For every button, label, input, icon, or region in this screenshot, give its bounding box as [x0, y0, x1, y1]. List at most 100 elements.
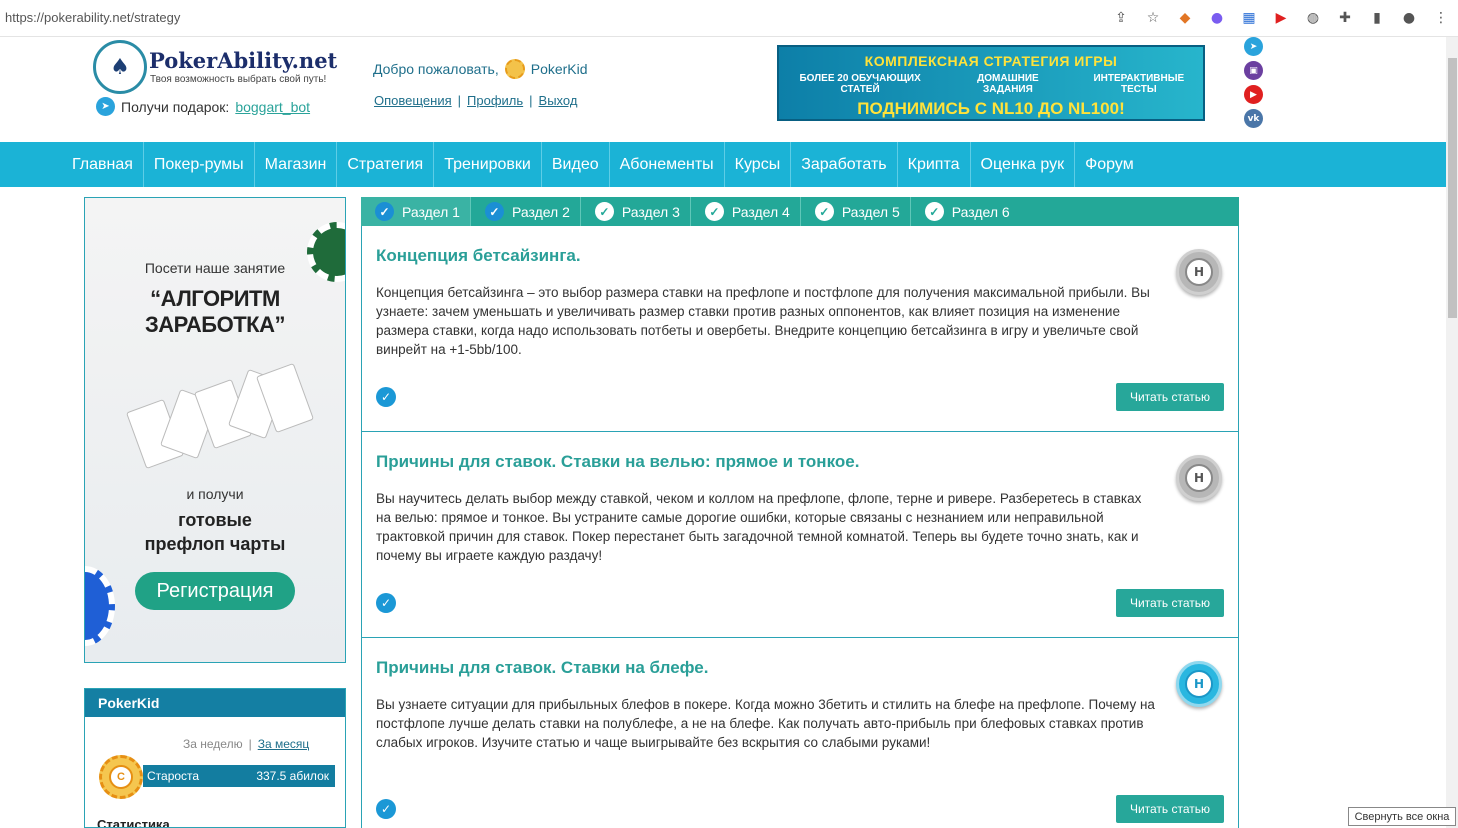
puzzle-icon[interactable]: ✚ — [1334, 7, 1356, 29]
check-icon: ✓ — [375, 202, 394, 221]
lesson-description: Концепция бетсайзинга – это выбор размер… — [376, 285, 1150, 357]
metamask-icon[interactable]: ◆ — [1174, 7, 1196, 29]
read-article-button[interactable]: Читать статью — [1116, 383, 1224, 411]
rating-periods: За неделю | За месяц — [183, 737, 309, 751]
tab-section-1[interactable]: ✓ Раздел 1 — [361, 197, 471, 226]
sidebar-ad[interactable]: Посети наше занятие “АЛГОРИТМ ЗАРАБОТКА”… — [84, 197, 346, 663]
period-week[interactable]: За неделю — [183, 737, 243, 751]
tooltip: Свернуть все окна — [1348, 807, 1456, 826]
scrollbar-thumb[interactable] — [1448, 58, 1457, 318]
card-house-image — [125, 362, 315, 474]
read-article-button[interactable]: Читать статью — [1116, 795, 1224, 823]
gift-bot-link[interactable]: boggart_bot — [235, 99, 310, 115]
check-icon: ✓ — [594, 202, 614, 221]
nav-item-strategy[interactable]: Стратегия — [337, 142, 435, 187]
nav-item-poker-rooms[interactable]: Покер-румы — [144, 142, 255, 187]
nav-item-shop[interactable]: Магазин — [255, 142, 338, 187]
address-bar[interactable]: https://pokerability.net/strategy — [5, 10, 180, 25]
lesson-item: Концепция бетсайзинга. Концепция бетсайз… — [362, 226, 1238, 432]
nav-item-courses[interactable]: Курсы — [725, 142, 792, 187]
read-article-button[interactable]: Читать статью — [1116, 589, 1224, 617]
telegram-icon: ➤ — [96, 97, 115, 116]
browser-toolbar: https://pokerability.net/strategy ⇪ ☆ ◆ … — [0, 0, 1458, 37]
ad-line-4b: префлоп чарты — [144, 534, 286, 554]
banner-slogan: ПОДНИМИСЬ С NL10 ДО NL100! — [857, 99, 1125, 118]
link-separator: | — [248, 737, 252, 751]
lesson-list: Концепция бетсайзинга. Концепция бетсайз… — [361, 226, 1239, 828]
nav-item-earn[interactable]: Заработать — [791, 142, 898, 187]
logo-title: PokerAbility.net — [149, 48, 338, 73]
rank-coin-icon: С — [99, 755, 143, 799]
ad-line-3: и получи — [186, 486, 244, 502]
extension-icon[interactable]: ● — [1206, 7, 1228, 29]
rating-username: PokerKid — [85, 689, 345, 717]
vk-icon[interactable]: vk — [1244, 109, 1263, 128]
nav-item-hand-review[interactable]: Оценка рук — [971, 142, 1076, 187]
youtube-icon[interactable]: ▶ — [1244, 85, 1263, 104]
logo-emblem-icon: ♠ — [93, 40, 147, 94]
lesson-title[interactable]: Причины для ставок. Ставки на велью: пря… — [376, 452, 859, 472]
completed-check-icon: ✓ — [376, 593, 396, 613]
level-badge-icon: Н — [1176, 249, 1222, 295]
main-nav: Главная Покер-румы Магазин Стратегия Тре… — [0, 142, 1446, 187]
logout-link[interactable]: Выход — [539, 93, 578, 108]
tab-section-6[interactable]: ✓ Раздел 6 — [911, 197, 1020, 226]
nav-item-trainings[interactable]: Тренировки — [434, 142, 542, 187]
browser-icons: ⇪ ☆ ◆ ● ▦ ▶ ◍ ✚ ▮ ● ⋮ — [1110, 7, 1452, 29]
lesson-title[interactable]: Концепция бетсайзинга. — [376, 246, 581, 266]
nav-item-subscriptions[interactable]: Абонементы — [610, 142, 725, 187]
nav-item-crypto[interactable]: Крипта — [898, 142, 971, 187]
nav-item-forum[interactable]: Форум — [1075, 142, 1144, 187]
lesson-description: Вы научитесь делать выбор между ставкой,… — [376, 491, 1142, 563]
nav-item-video[interactable]: Видео — [542, 142, 610, 187]
rank-bar: Староста 337.5 абилок — [143, 765, 335, 787]
banner-title: КОМПЛЕКСНАЯ СТРАТЕГИЯ ИГРЫ — [864, 53, 1118, 69]
tab-section-4[interactable]: ✓ Раздел 4 — [691, 197, 801, 226]
site-header: ♠ PokerAbility.net Твоя возможность выбр… — [0, 37, 1446, 142]
level-badge-icon: Н — [1176, 661, 1222, 707]
ad-line-4a: готовые — [178, 510, 252, 530]
notifications-link[interactable]: Оповещения — [374, 93, 452, 108]
welcome-text: Добро пожаловать, — [373, 61, 499, 77]
profile-link[interactable]: Профиль — [467, 93, 523, 108]
telegram-icon[interactable]: ➤ — [1244, 37, 1263, 56]
logo[interactable]: ♠ PokerAbility.net Твоя возможность выбр… — [93, 40, 337, 96]
welcome-line: Добро пожаловать, PokerKid — [373, 59, 588, 79]
link-separator: | — [529, 93, 533, 108]
coin-letter: С — [109, 765, 133, 789]
tab-section-2[interactable]: ✓ Раздел 2 — [470, 197, 581, 226]
nav-item-home[interactable]: Главная — [62, 142, 144, 187]
check-icon: ✓ — [484, 202, 504, 221]
profile-icon[interactable]: ● — [1398, 7, 1420, 29]
banner-feature: ИНТЕРАКТИВНЫЕ ТЕСТЫ — [1093, 73, 1185, 95]
period-month[interactable]: За месяц — [258, 737, 310, 751]
rank-coin-icon — [504, 59, 525, 79]
ad-line-2: “АЛГОРИТМ ЗАРАБОТКА” — [145, 286, 285, 337]
globe-icon[interactable]: ◍ — [1302, 7, 1324, 29]
lesson-title[interactable]: Причины для ставок. Ставки на блефе. — [376, 658, 709, 678]
username[interactable]: PokerKid — [531, 61, 588, 77]
banner-features: БОЛЕЕ 20 ОБУЧАЮЩИХ СТАТЕЙ ДОМАШНИЕ ЗАДАН… — [779, 73, 1203, 95]
star-icon[interactable]: ☆ — [1142, 7, 1164, 29]
user-rating-box: PokerKid За неделю | За месяц Староста 3… — [84, 688, 346, 828]
lesson-item: Причины для ставок. Ставки на велью: пря… — [362, 432, 1238, 638]
check-icon: ✓ — [704, 202, 724, 221]
tab-section-5[interactable]: ✓ Раздел 5 — [801, 197, 911, 226]
register-button[interactable]: Регистрация — [135, 572, 295, 610]
completed-check-icon: ✓ — [376, 387, 396, 407]
lesson-item: Причины для ставок. Ставки на блефе. Вы … — [362, 638, 1238, 828]
youtube-icon[interactable]: ▶ — [1270, 7, 1292, 29]
extension-icon[interactable]: ▦ — [1238, 7, 1260, 29]
sidepanel-icon[interactable]: ▮ — [1366, 7, 1388, 29]
completed-check-icon: ✓ — [376, 799, 396, 819]
menu-icon[interactable]: ⋮ — [1430, 7, 1452, 29]
strategy-banner[interactable]: КОМПЛЕКСНАЯ СТРАТЕГИЯ ИГРЫ БОЛЕЕ 20 ОБУЧ… — [777, 45, 1205, 121]
tab-section-3[interactable]: ✓ Раздел 3 — [581, 197, 691, 226]
check-icon: ✓ — [924, 202, 944, 221]
tab-label: Раздел 3 — [621, 203, 680, 220]
level-letter: Н — [1185, 670, 1213, 698]
poker-chip-icon — [85, 566, 115, 646]
check-icon: ✓ — [814, 202, 834, 221]
twitch-icon[interactable]: ▣ — [1244, 61, 1263, 80]
share-icon[interactable]: ⇪ — [1110, 7, 1132, 29]
